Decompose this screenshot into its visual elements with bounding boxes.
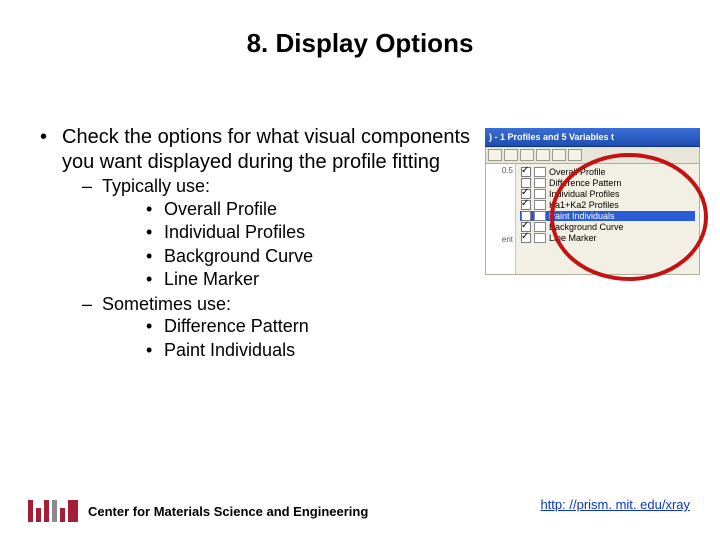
- axis-tick: 0.5: [502, 166, 513, 175]
- option-label: Line Marker: [549, 233, 597, 243]
- screenshot-inset: ) - 1 Profiles and 5 Variables t 0.5 ent…: [485, 128, 700, 278]
- option-row-selected[interactable]: Paint Individuals: [520, 211, 695, 221]
- footer: Center for Materials Science and Enginee…: [28, 500, 368, 522]
- color-swatch-icon: [534, 178, 546, 188]
- color-swatch-icon: [534, 189, 546, 199]
- option-label: Individual Profiles: [549, 189, 620, 199]
- color-swatch-icon: [534, 233, 546, 243]
- option-row[interactable]: Overall Profile: [520, 167, 695, 177]
- option-row[interactable]: Line Marker: [520, 233, 695, 243]
- option-label: Overall Profile: [549, 167, 606, 177]
- toolbar-icon[interactable]: [552, 149, 566, 161]
- option-label: Difference Pattern: [549, 178, 621, 188]
- axis-column: 0.5 ent: [486, 164, 516, 274]
- options-panel: Overall Profile Difference Pattern Indiv…: [516, 164, 699, 274]
- bullet-main: Check the options for what visual compon…: [40, 125, 480, 361]
- sub-heading-sometimes: Sometimes use: Difference Pattern Paint …: [62, 293, 480, 362]
- footer-text: Center for Materials Science and Enginee…: [88, 504, 368, 519]
- sub1-label: Typically use:: [102, 176, 210, 196]
- sub1-item: Line Marker: [102, 268, 480, 291]
- sub1-item: Overall Profile: [102, 198, 480, 221]
- toolbar-icon[interactable]: [568, 149, 582, 161]
- axis-cell: ent: [502, 235, 513, 244]
- color-swatch-icon: [534, 200, 546, 210]
- checkbox-icon[interactable]: [521, 233, 531, 243]
- sub2-item: Paint Individuals: [102, 339, 480, 362]
- window-titlebar: ) - 1 Profiles and 5 Variables t: [485, 128, 700, 147]
- toolbar-icon[interactable]: [536, 149, 550, 161]
- sub2-label: Sometimes use:: [102, 294, 231, 314]
- color-swatch-icon: [534, 167, 546, 177]
- option-row[interactable]: Ka1+Ka2 Profiles: [520, 200, 695, 210]
- mit-logo-icon: [28, 500, 78, 522]
- toolbar-icon[interactable]: [504, 149, 518, 161]
- toolbar-icon[interactable]: [520, 149, 534, 161]
- option-label: Background Curve: [549, 222, 624, 232]
- toolbar-icon[interactable]: [488, 149, 502, 161]
- option-label: Ka1+Ka2 Profiles: [549, 200, 619, 210]
- slide-title: 8. Display Options: [0, 28, 720, 59]
- toolbar: [485, 147, 700, 164]
- sub1-item: Individual Profiles: [102, 221, 480, 244]
- option-row[interactable]: Background Curve: [520, 222, 695, 232]
- footer-link[interactable]: http: //prism. mit. edu/xray: [540, 497, 690, 512]
- color-swatch-icon: [534, 222, 546, 232]
- sub1-item: Background Curve: [102, 245, 480, 268]
- sub-heading-typical: Typically use: Overall Profile Individua…: [62, 175, 480, 291]
- checkbox-icon[interactable]: [521, 167, 531, 177]
- option-label: Paint Individuals: [549, 211, 615, 221]
- bullet-main-text: Check the options for what visual compon…: [62, 126, 470, 173]
- sub2-item: Difference Pattern: [102, 315, 480, 338]
- checkbox-icon[interactable]: [521, 200, 531, 210]
- option-row[interactable]: Individual Profiles: [520, 189, 695, 199]
- color-swatch-icon: [534, 211, 546, 221]
- slide-body: Check the options for what visual compon…: [40, 125, 480, 365]
- option-row[interactable]: Difference Pattern: [520, 178, 695, 188]
